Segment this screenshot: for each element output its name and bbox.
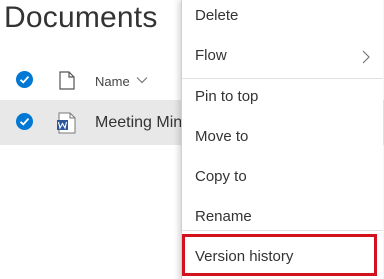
column-header-name[interactable]: Name <box>95 74 130 89</box>
menu-separator <box>182 230 383 231</box>
menu-item-flow[interactable]: Flow <box>182 38 383 78</box>
menu-item-label: Delete <box>195 7 239 24</box>
checkmark-icon <box>19 75 30 84</box>
menu-item-pin-to-top[interactable]: Pin to top <box>182 79 383 119</box>
checkmark-icon <box>19 117 30 126</box>
row-checkbox[interactable] <box>16 113 33 130</box>
word-document-icon <box>57 112 76 134</box>
menu-item-label: Pin to top <box>195 88 259 105</box>
menu-item-copy-to[interactable]: Copy to <box>182 159 383 199</box>
menu-item-rename[interactable]: Rename <box>182 199 383 239</box>
chevron-right-icon <box>362 50 370 64</box>
page-title: Documents <box>4 1 158 34</box>
highlight-box <box>182 234 377 276</box>
menu-item-delete[interactable]: Delete <box>182 0 383 38</box>
menu-item-label: Move to <box>195 128 249 145</box>
menu-item-label: Copy to <box>195 168 247 185</box>
menu-item-move-to[interactable]: Move to <box>182 119 383 159</box>
sort-chevron-down-icon[interactable] <box>136 74 148 86</box>
file-type-header-icon <box>59 71 75 90</box>
menu-item-label: Flow <box>195 47 227 64</box>
select-all-checkbox[interactable] <box>16 71 33 88</box>
menu-item-label: Rename <box>195 208 252 225</box>
